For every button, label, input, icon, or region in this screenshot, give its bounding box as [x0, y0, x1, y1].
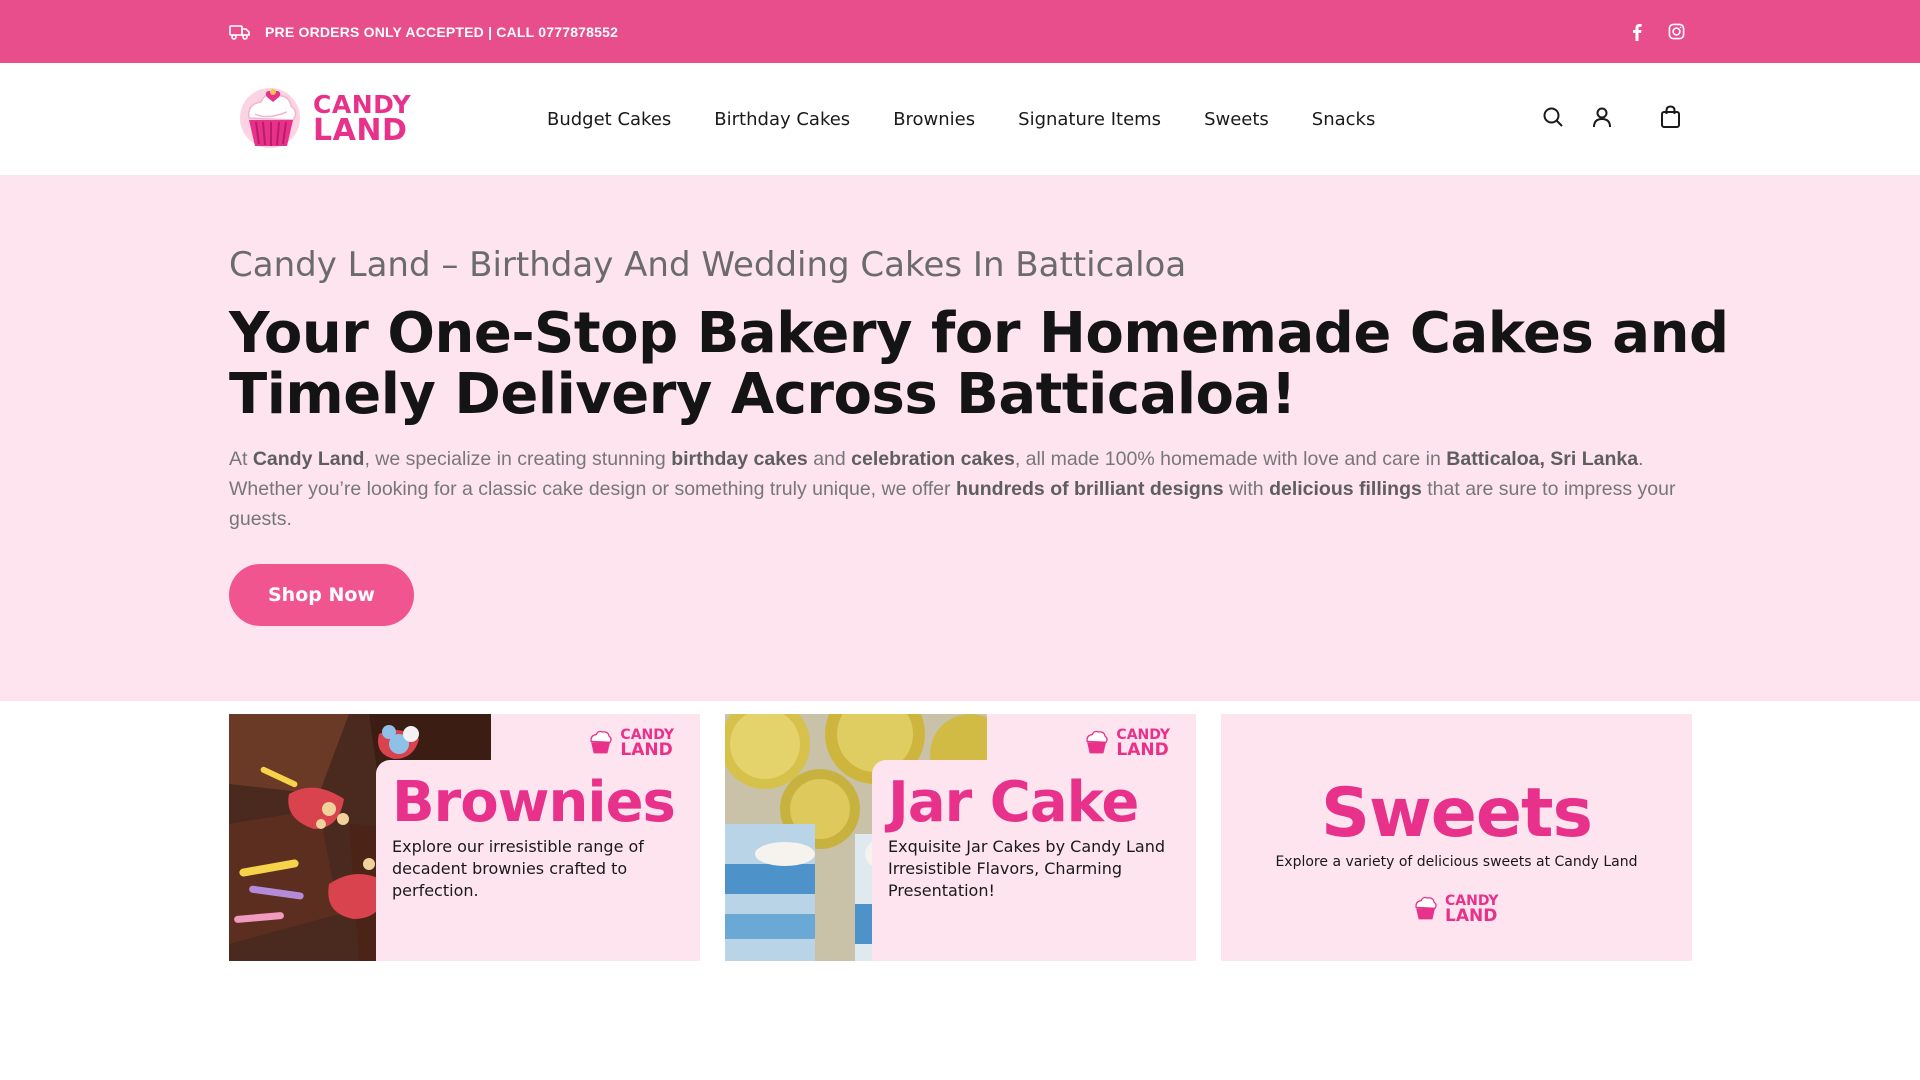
category-card-sweets[interactable]: Sweets Explore a variety of delicious sw… [1221, 714, 1692, 961]
cupcake-logo-icon [586, 726, 616, 761]
card-description: Exquisite Jar Cakes by Candy Land Irresi… [888, 837, 1165, 900]
desc-text: , we specialize in creating stunning [364, 448, 672, 470]
nav-budget-cakes[interactable]: Budget Cakes [547, 109, 671, 130]
site-header: CANDY LAND Budget Cakes Birthday Cakes B… [0, 63, 1920, 175]
announcement-text: PRE ORDERS ONLY ACCEPTED | CALL 07778785… [265, 23, 619, 40]
brownies-card-logo: CANDY LAND [586, 726, 674, 761]
instagram-icon[interactable] [1668, 23, 1685, 40]
cupcake-logo-icon [1082, 726, 1112, 761]
hero-section: Candy Land – Birthday And Wedding Cakes … [0, 175, 1920, 701]
site-logo[interactable]: CANDY LAND [237, 84, 417, 155]
shopping-bag-icon[interactable] [1660, 105, 1681, 133]
main-nav: Budget Cakes Birthday Cakes Brownies Sig… [547, 109, 1375, 130]
desc-bold: birthday cakes [671, 448, 808, 470]
hero-title-line1: Your One-Stop Bakery for Homemade Cakes … [229, 301, 1729, 366]
desc-text: At [229, 448, 253, 470]
category-cards: CANDY LAND Brownies Explore our irresisti… [229, 714, 1692, 961]
mini-logo-line2: LAND [1116, 740, 1169, 761]
shop-now-button[interactable]: Shop Now [229, 564, 414, 626]
announcement-bar: PRE ORDERS ONLY ACCEPTED | CALL 07778785… [0, 0, 1920, 63]
category-card-jar-cake[interactable]: CANDY LAND Jar Cake Exquisite Jar Cakes b… [725, 714, 1196, 961]
card-description: Explore our irresistible range of decade… [392, 837, 644, 900]
nav-brownies[interactable]: Brownies [893, 109, 975, 130]
desc-bold: Batticaloa, Sri Lanka [1446, 448, 1639, 470]
mini-logo-line2: LAND [620, 740, 673, 761]
nav-sweets[interactable]: Sweets [1204, 109, 1269, 130]
nav-snacks[interactable]: Snacks [1312, 109, 1376, 130]
desc-bold: celebration cakes [851, 448, 1015, 470]
card-title: Jar Cake [888, 770, 1139, 835]
hero-subtitle: Candy Land – Birthday And Wedding Cakes … [229, 245, 1187, 285]
desc-text: , all made 100% homemade with love and c… [1014, 448, 1447, 470]
category-card-brownies[interactable]: CANDY LAND Brownies Explore our irresisti… [229, 714, 700, 961]
hero-title: Your One-Stop Bakery for Homemade Cakes … [229, 303, 1729, 425]
desc-text: with [1223, 478, 1270, 500]
hero-title-line2: Timely Delivery Across Batticaloa! [229, 362, 1296, 427]
jar-cake-card-logo: CANDY LAND [1082, 726, 1170, 761]
hero-description: At Candy Land, we specialize in creating… [229, 444, 1691, 534]
cupcake-logo-icon [237, 84, 307, 155]
desc-bold: Candy Land [252, 448, 365, 470]
desc-bold: hundreds of brilliant designs [955, 478, 1224, 500]
card-title: Brownies [392, 770, 676, 835]
card-description: Explore a variety of delicious sweets at… [1275, 854, 1638, 870]
desc-bold: delicious fillings [1269, 478, 1422, 500]
user-icon[interactable] [1592, 106, 1612, 133]
sweets-card-logo: CANDY LAND [1411, 892, 1499, 927]
logo-text-line2: LAND [313, 112, 408, 148]
truck-icon [229, 23, 251, 41]
desc-text: and [807, 448, 852, 470]
nav-birthday-cakes[interactable]: Birthday Cakes [714, 109, 850, 130]
nav-signature-items[interactable]: Signature Items [1018, 109, 1161, 130]
mini-logo-line2: LAND [1445, 906, 1498, 927]
facebook-icon[interactable] [1632, 23, 1642, 41]
cupcake-logo-icon [1411, 892, 1441, 927]
card-title: Sweets [1320, 774, 1593, 853]
search-icon[interactable] [1542, 106, 1564, 133]
